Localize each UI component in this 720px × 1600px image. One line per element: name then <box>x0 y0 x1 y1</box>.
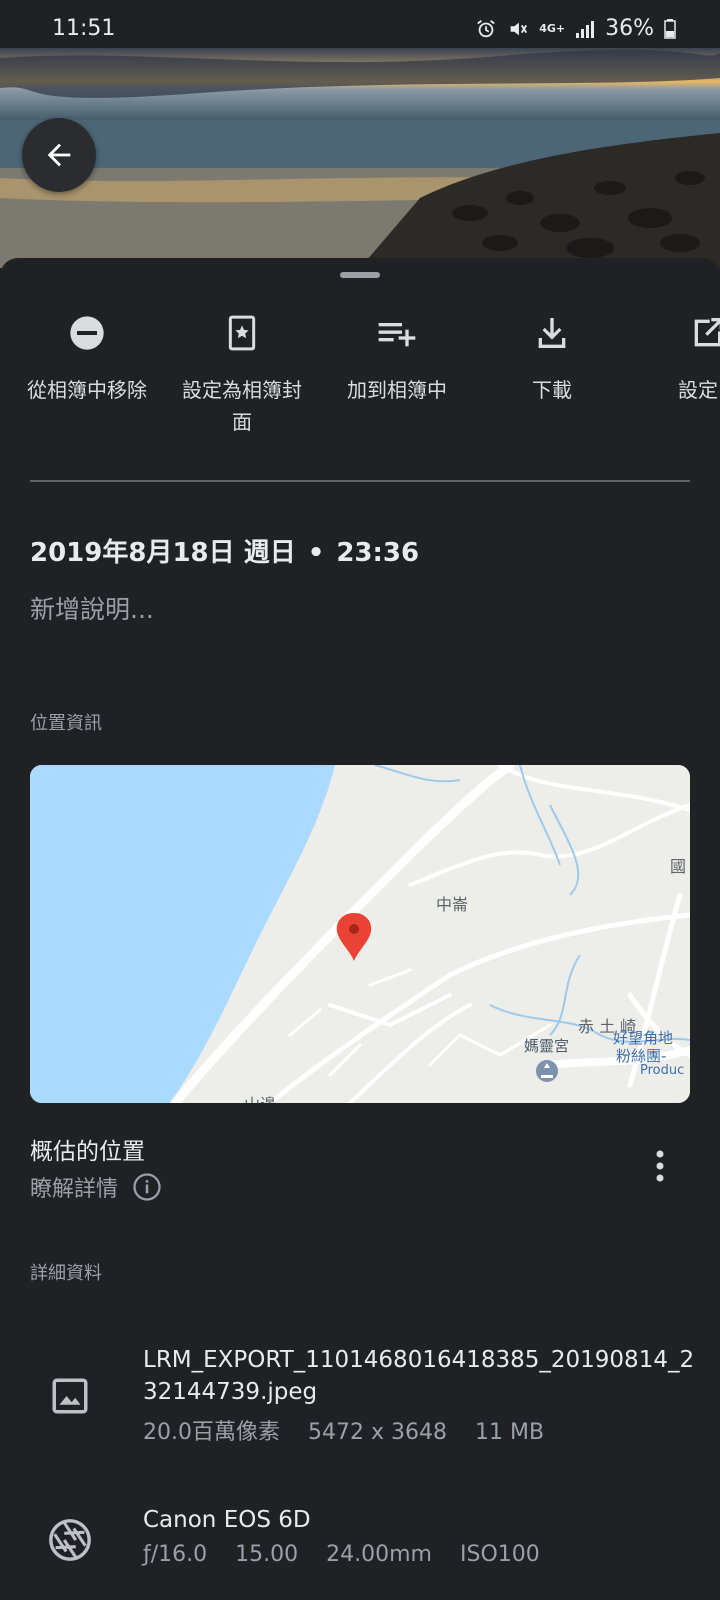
action-label: 下載 <box>532 378 572 402</box>
back-button[interactable] <box>22 118 96 192</box>
datetime-separator: • <box>307 538 325 568</box>
learn-more-label: 瞭解詳情 <box>30 1177 119 1202</box>
action-row: 從相簿中移除 設定為相簿封面 加到相簿中 下載 設定 <box>0 308 720 458</box>
map-label-produce: Produc <box>640 1063 685 1078</box>
battery-level: 36% <box>605 16 654 41</box>
file-size: 11 MB <box>474 1420 545 1445</box>
edit-icon <box>694 318 720 347</box>
alarm-icon <box>475 18 497 40</box>
camera-model: Canon EOS 6D <box>143 1507 311 1533</box>
battery-icon <box>664 18 676 39</box>
file-megapixels: 20.0百萬像素 <box>143 1420 280 1445</box>
set-album-cover-button[interactable]: 設定為相簿封面 <box>162 308 322 438</box>
action-label: 從相簿中移除 <box>27 378 147 402</box>
map-label-box: 國 <box>670 857 687 876</box>
photo-preview[interactable] <box>0 48 720 268</box>
settings-action-button[interactable]: 設定 <box>628 308 720 406</box>
file-meta: 20.0百萬像素 5472 x 3648 11 MB <box>143 1414 572 1446</box>
more-vert-icon <box>656 1150 664 1182</box>
camera-aperture: ƒ/16.0 <box>143 1542 208 1567</box>
download-button[interactable]: 下載 <box>472 308 632 406</box>
map-tiles <box>30 765 690 1103</box>
map-label-village: 中崙 <box>436 895 469 914</box>
camera-settings: ƒ/16.0 15.00 24.00mm ISO100 <box>143 1542 568 1567</box>
signal-icon <box>575 19 595 39</box>
file-resolution: 5472 x 3648 <box>308 1420 447 1445</box>
arrow-back-icon <box>47 143 71 167</box>
camera-focal-length: 24.00mm <box>326 1542 432 1567</box>
action-label: 設定為相簿封面 <box>182 378 302 434</box>
location-section-label: 位置資訊 <box>30 713 102 734</box>
learn-more-link[interactable]: 瞭解詳情 <box>30 1171 162 1203</box>
location-map[interactable]: 中崙 赤 土 崎 媽靈宮 好望角地 粉絲團- Produc 山邊 國 <box>30 765 690 1103</box>
approximate-location-title: 概估的位置 <box>30 1139 145 1165</box>
temple-poi-icon <box>536 1060 558 1082</box>
camera-shutter-icon <box>46 1516 94 1564</box>
remove-circle-icon <box>70 316 104 350</box>
divider <box>30 480 690 482</box>
details-section-label: 詳細資料 <box>30 1263 102 1284</box>
playlist-add-icon <box>378 323 416 347</box>
status-icons: 4G+ 36% <box>475 16 676 41</box>
map-label-shanbian: 山邊 <box>244 1091 276 1103</box>
add-to-album-button[interactable]: 加到相簿中 <box>317 308 477 406</box>
image-icon <box>46 1372 94 1420</box>
add-description-field[interactable]: 新增說明... <box>30 590 154 626</box>
photo-time: 23:36 <box>336 538 420 568</box>
action-label: 加到相簿中 <box>347 378 447 402</box>
camera-iso: ISO100 <box>459 1542 540 1567</box>
download-icon <box>538 318 566 348</box>
remove-from-album-button[interactable]: 從相簿中移除 <box>7 308 167 406</box>
mute-icon <box>507 18 529 40</box>
action-label: 設定 <box>678 378 718 402</box>
camera-exposure: 15.00 <box>235 1542 299 1567</box>
drag-handle[interactable] <box>340 272 380 278</box>
photo-date: 2019年8月18日 週日 <box>30 538 296 568</box>
file-name: LRM_EXPORT_1101468016418385_20190814_232… <box>143 1347 695 1405</box>
more-options-button[interactable] <box>640 1146 680 1186</box>
album-cover-icon <box>228 315 256 351</box>
status-time: 11:51 <box>52 16 116 41</box>
status-bar: 11:51 4G+ 36% <box>0 0 720 48</box>
info-icon <box>133 1173 161 1201</box>
map-label-temple: 媽靈宮 <box>524 1037 570 1055</box>
network-type: 4G+ <box>539 22 566 35</box>
photo-datetime: 2019年8月18日 週日 • 23:36 <box>30 532 419 569</box>
seascape-photo <box>0 48 720 268</box>
